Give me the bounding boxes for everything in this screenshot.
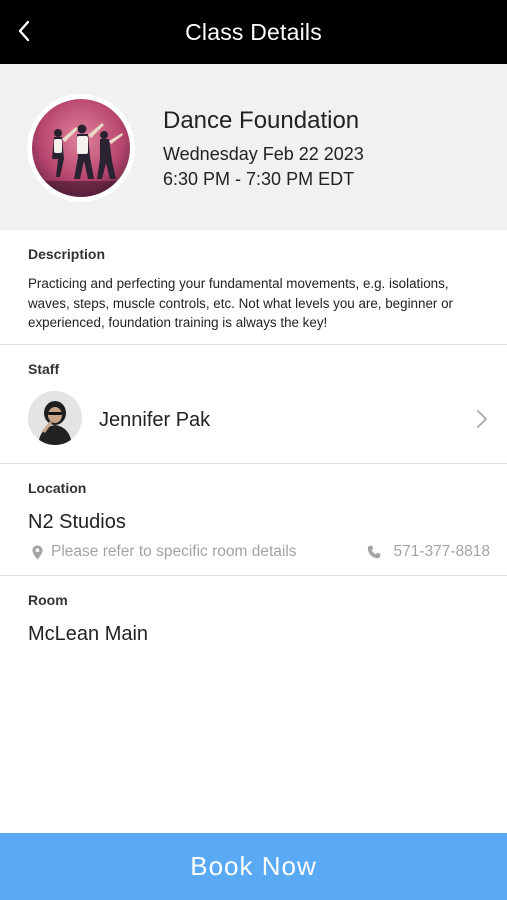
staff-photo xyxy=(28,391,82,445)
staff-row[interactable]: Jennifer Pak xyxy=(0,383,507,453)
location-section: Location N2 Studios Please refer to spec… xyxy=(0,464,507,575)
class-image xyxy=(32,99,130,197)
location-label: Location xyxy=(28,480,87,496)
class-date: Wednesday Feb 22 2023 xyxy=(163,144,364,164)
chevron-right-icon xyxy=(477,410,487,428)
location-phone[interactable]: 571-377-8818 xyxy=(367,543,490,561)
class-name: Dance Foundation xyxy=(163,107,360,134)
page-title: Class Details xyxy=(185,19,322,45)
phone-icon xyxy=(368,545,381,559)
staff-name: Jennifer Pak xyxy=(99,409,211,431)
map-pin-icon xyxy=(32,545,43,559)
room-label: Room xyxy=(28,592,68,608)
location-name: N2 Studios xyxy=(28,511,126,533)
room-section: Room McLean Main xyxy=(0,576,507,666)
staff-section: Staff Jennifer Pak xyxy=(0,345,507,463)
class-time: 6:30 PM - 7:30 PM EDT xyxy=(163,169,355,189)
description-label: Description xyxy=(28,246,106,262)
location-detail: Please refer to specific room details xyxy=(32,543,297,561)
class-summary: Dance Foundation Wednesday Feb 22 2023 6… xyxy=(0,64,507,230)
description-section: Description Practicing and perfecting yo… xyxy=(0,230,507,344)
class-image-frame xyxy=(27,94,135,202)
location-detail-text: Please refer to specific room details xyxy=(51,543,297,560)
staff-label: Staff xyxy=(28,361,60,377)
room-name: McLean Main xyxy=(28,623,149,645)
top-app-bar: Class Details xyxy=(0,0,507,64)
book-now-button[interactable]: Book Now xyxy=(0,833,507,900)
description-text: Practicing and perfecting your fundament… xyxy=(28,276,453,330)
location-phone-number: 571-377-8818 xyxy=(393,543,490,560)
